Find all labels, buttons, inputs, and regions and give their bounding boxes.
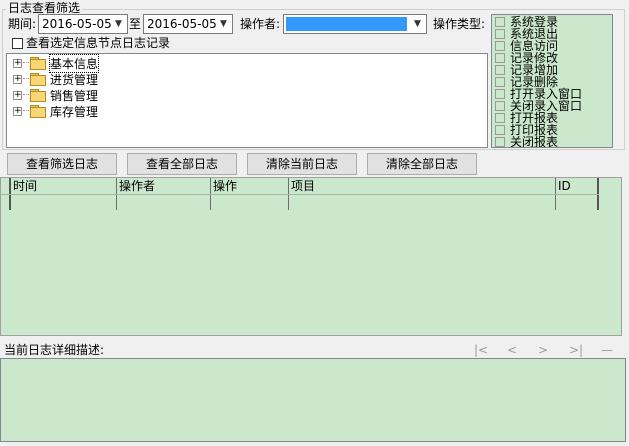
optype-checklist[interactable]: 系统登录 系统退出 信息访问 记录修改 记录增加 记录删除 打开录入窗口 关闭录…	[491, 14, 613, 148]
date-from-value: 2016-05-05	[42, 17, 112, 31]
date-from-combo[interactable]: 2016-05-05 ▼	[38, 14, 128, 34]
folder-icon	[30, 105, 46, 118]
minimize-icon[interactable]: —	[601, 343, 613, 357]
chevron-down-icon[interactable]: ▼	[110, 15, 127, 33]
clear-all-button[interactable]: 清除全部日志	[367, 153, 477, 175]
first-record-icon[interactable]: |<	[474, 343, 488, 357]
to-label: 至	[129, 17, 142, 31]
tree-connector	[23, 110, 29, 112]
checkbox[interactable]	[495, 113, 505, 123]
checkbox[interactable]	[495, 65, 505, 75]
tree-node-label: 基本信息	[48, 53, 100, 73]
checkbox[interactable]	[495, 17, 505, 27]
tree-node-basic-info[interactable]: + 基本信息	[13, 53, 100, 73]
next-record-icon[interactable]: >	[538, 343, 548, 357]
chevron-down-icon[interactable]: ▼	[409, 15, 426, 33]
checkbox[interactable]	[495, 77, 505, 87]
operator-label: 操作者:	[240, 17, 281, 31]
tree-node-purchase[interactable]: + 进货管理	[13, 71, 98, 87]
tree-node-label: 库存管理	[50, 104, 99, 119]
checkbox[interactable]	[495, 125, 505, 135]
tree-connector	[23, 78, 29, 80]
optype-label: 关闭报表	[510, 135, 559, 148]
last-record-icon[interactable]: >|	[569, 343, 583, 357]
open-folder-icon	[30, 57, 46, 70]
header-divider	[1, 194, 599, 195]
operator-combo[interactable]: ▼	[283, 14, 427, 34]
checkbox[interactable]	[495, 29, 505, 39]
checkbox[interactable]	[495, 101, 505, 111]
checkbox[interactable]	[495, 41, 505, 51]
folder-icon	[30, 73, 46, 86]
period-label: 期间:	[8, 17, 37, 31]
date-to-combo[interactable]: 2016-05-05 ▼	[143, 14, 233, 34]
expand-icon[interactable]: +	[13, 74, 22, 84]
tree-node-inventory[interactable]: + 库存管理	[13, 103, 98, 119]
checkbox[interactable]	[495, 137, 505, 147]
checkbox[interactable]	[495, 89, 505, 99]
clear-current-button[interactable]: 清除当前日志	[247, 153, 357, 175]
filter-group-title: 日志查看筛选	[6, 1, 83, 15]
expand-icon[interactable]: +	[13, 58, 22, 68]
view-selected-label[interactable]: 查看选定信息节点日志记录	[26, 35, 170, 51]
tree-node-label: 进货管理	[50, 72, 99, 87]
operator-selection	[286, 17, 407, 31]
view-selected-checkbox[interactable]	[12, 38, 23, 49]
optype-item[interactable]: 关闭报表	[495, 135, 559, 148]
detail-textarea[interactable]	[0, 358, 626, 442]
tree-node-label: 销售管理	[50, 88, 99, 103]
optype-label: 操作类型:	[433, 17, 486, 31]
expand-icon[interactable]: +	[13, 106, 22, 116]
tree-connector	[23, 94, 29, 96]
tree-connector	[23, 62, 29, 64]
grid-header: 时间 操作者 操作 项目 ID	[1, 178, 601, 210]
tree-node-sales[interactable]: + 销售管理	[13, 87, 98, 103]
view-filtered-button[interactable]: 查看筛选日志	[7, 153, 117, 175]
prev-record-icon[interactable]: <	[507, 343, 517, 357]
expand-icon[interactable]: +	[13, 90, 22, 100]
checkbox[interactable]	[495, 53, 505, 63]
chevron-down-icon[interactable]: ▼	[215, 15, 232, 33]
detail-label: 当前日志详细描述:	[4, 343, 105, 357]
date-to-value: 2016-05-05	[147, 17, 217, 31]
folder-icon	[30, 89, 46, 102]
log-grid[interactable]: 时间 操作者 操作 项目 ID	[0, 177, 622, 336]
info-node-tree[interactable]: + 基本信息 + 进货管理 + 销售管理 + 库存管理	[6, 53, 488, 148]
view-all-button[interactable]: 查看全部日志	[127, 153, 237, 175]
